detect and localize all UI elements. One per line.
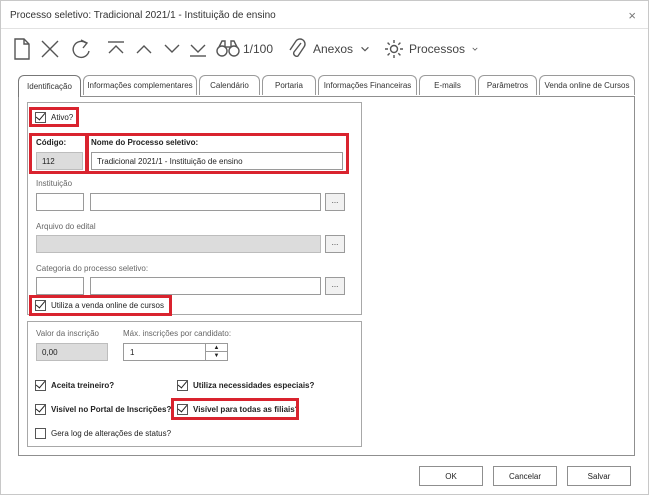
identificacao-panel: Ativo? Código: 112 Nome do Processo sele…: [18, 96, 635, 456]
valor-field: 0,00: [36, 343, 108, 361]
tab-calendario[interactable]: Calendário: [199, 75, 260, 95]
ativo-checkbox[interactable]: Ativo?: [35, 112, 73, 123]
valor-label: Valor da inscrição: [36, 329, 99, 338]
checkbox-box: [35, 428, 46, 439]
ok-button[interactable]: OK: [419, 466, 483, 486]
max-stepper[interactable]: 1 ▲ ▼: [123, 343, 228, 361]
necessidades-checkbox[interactable]: Utiliza necessidades especiais?: [177, 380, 314, 391]
categoria-name-field[interactable]: [90, 277, 321, 295]
last-record-icon[interactable]: [185, 34, 211, 64]
max-label: Máx. inscrições por candidato:: [123, 329, 232, 338]
treineiro-label: Aceita treineiro?: [51, 381, 115, 390]
tab-identificacao[interactable]: Identificação: [18, 75, 81, 97]
record-counter: 1/100: [242, 42, 274, 56]
arquivo-lookup-button[interactable]: ...: [325, 235, 345, 253]
attachments-menu[interactable]: Anexos: [313, 34, 371, 64]
instituicao-code-field[interactable]: [36, 193, 84, 211]
title-bar: Processo seletivo: Tradicional 2021/1 - …: [1, 1, 648, 29]
portal-checkbox[interactable]: Visível no Portal de Inscrições?: [35, 404, 171, 415]
checkbox-box: [177, 380, 188, 391]
window-title: Processo seletivo: Tradicional 2021/1 - …: [10, 10, 276, 21]
nome-field[interactable]: Tradicional 2021/1 - Instituição de ensi…: [91, 152, 343, 170]
previous-record-icon[interactable]: [131, 34, 157, 64]
log-checkbox[interactable]: Gera log de alterações de status?: [35, 428, 171, 439]
arquivo-field: [36, 235, 321, 253]
stepper-up-icon[interactable]: ▲: [206, 344, 227, 352]
tab-emails[interactable]: E-mails: [419, 75, 476, 95]
ativo-label: Ativo?: [51, 113, 74, 122]
dialog-window: Processo seletivo: Tradicional 2021/1 - …: [0, 0, 649, 495]
instituicao-label: Instituição: [36, 179, 73, 188]
cancel-button[interactable]: Cancelar: [493, 466, 557, 486]
treineiro-checkbox[interactable]: Aceita treineiro?: [35, 380, 114, 391]
portal-label: Visível no Portal de Inscrições?: [51, 405, 172, 414]
instituicao-lookup-button[interactable]: ...: [325, 193, 345, 211]
tab-portaria[interactable]: Portaria: [262, 75, 316, 95]
chevron-down-icon: [472, 47, 478, 51]
venda-online-label: Utiliza a venda online de cursos: [51, 301, 164, 310]
instituicao-name-field[interactable]: [90, 193, 321, 211]
checkbox-box: [35, 404, 46, 415]
codigo-field[interactable]: 112: [36, 152, 83, 170]
processes-menu[interactable]: Processos: [409, 34, 479, 64]
tab-parametros[interactable]: Parâmetros: [478, 75, 537, 95]
tab-informacoes-complementares[interactable]: Informações complementares: [83, 75, 197, 95]
chevron-down-icon: [361, 46, 369, 52]
checkbox-box: [35, 380, 46, 391]
necessidades-label: Utiliza necessidades especiais?: [193, 381, 315, 390]
save-button[interactable]: Salvar: [567, 466, 631, 486]
first-record-icon[interactable]: [103, 34, 129, 64]
attachments-label: Anexos: [313, 42, 354, 56]
max-value: 1: [130, 348, 135, 357]
stepper-down-icon[interactable]: ▼: [206, 352, 227, 360]
gear-icon[interactable]: [381, 34, 407, 64]
next-record-icon[interactable]: [159, 34, 185, 64]
categoria-label: Categoria do processo seletivo:: [36, 264, 149, 273]
toolbar: 1/100 Anexos Processos: [1, 31, 648, 67]
codigo-label: Código:: [36, 138, 67, 147]
categoria-lookup-button[interactable]: ...: [325, 277, 345, 295]
binoculars-icon[interactable]: [213, 34, 243, 64]
processes-label: Processos: [409, 42, 466, 56]
log-label: Gera log de alterações de status?: [51, 429, 172, 438]
close-icon[interactable]: ×: [628, 8, 636, 23]
checkbox-box: [177, 404, 188, 415]
nome-label: Nome do Processo seletivo:: [91, 138, 199, 147]
paperclip-icon[interactable]: [284, 34, 310, 64]
categoria-code-field[interactable]: [36, 277, 84, 295]
filiais-checkbox[interactable]: Visível para todas as filiais?: [177, 404, 300, 415]
checkbox-box: [35, 300, 46, 311]
arquivo-label: Arquivo do edital: [36, 222, 96, 231]
refresh-icon[interactable]: [67, 34, 95, 64]
checkbox-box: [35, 112, 46, 123]
tab-informacoes-financeiras[interactable]: Informações Financeiras: [318, 75, 417, 95]
tab-venda-online[interactable]: Venda online de Cursos: [539, 75, 635, 95]
delete-icon[interactable]: [37, 34, 63, 64]
new-document-icon[interactable]: [9, 34, 35, 64]
venda-online-checkbox[interactable]: Utiliza a venda online de cursos: [35, 300, 164, 311]
filiais-label: Visível para todas as filiais?: [193, 405, 300, 414]
